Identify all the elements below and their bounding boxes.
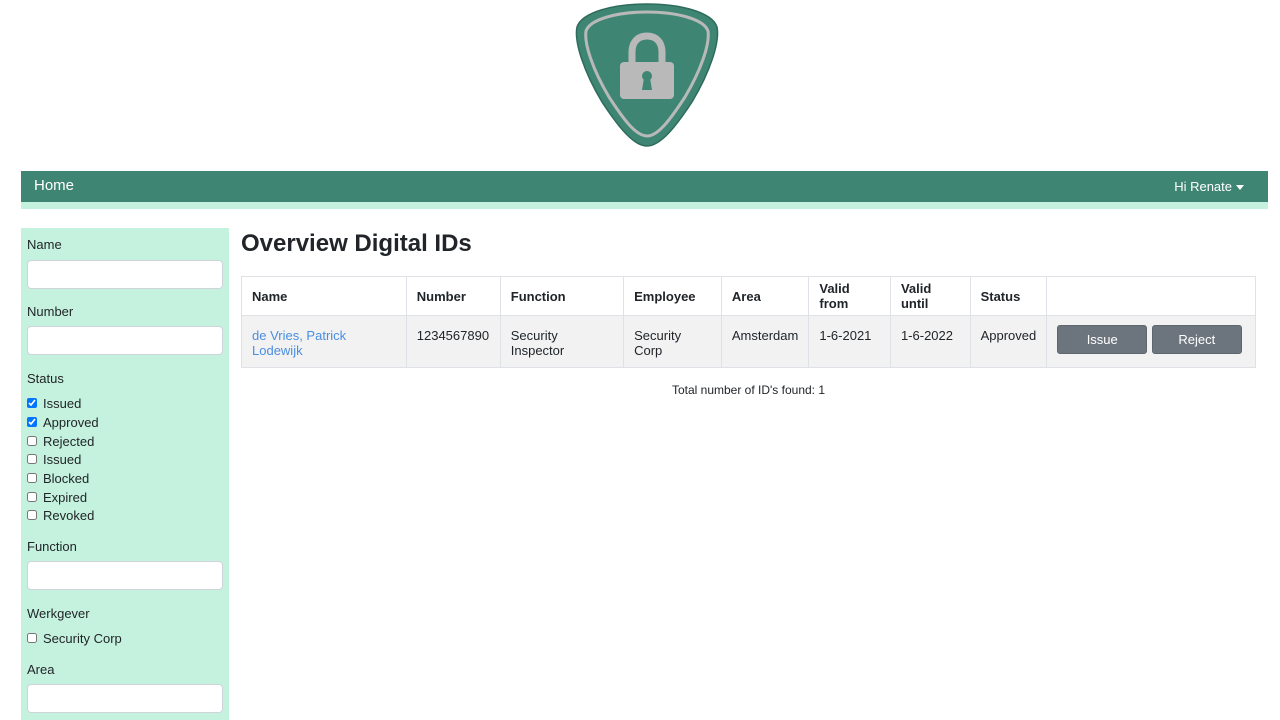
reject-button[interactable]: Reject: [1151, 325, 1242, 354]
user-menu-dropdown[interactable]: Hi Renate: [1174, 179, 1244, 194]
column-header-valid-until: Valid until: [889, 276, 971, 316]
column-header-number: Number: [405, 276, 501, 316]
column-header-name: Name: [241, 276, 407, 316]
cell-status: Approved: [969, 315, 1048, 368]
number-filter-label: Number: [27, 304, 74, 319]
page-title: Overview Digital IDs: [241, 230, 472, 257]
user-greeting: Hi Renate: [1174, 179, 1232, 194]
navbar: Home Hi Renate: [21, 171, 1268, 209]
caret-down-icon: [1236, 184, 1244, 190]
ids-table: Name Number Function Employee Area Valid…: [241, 276, 1256, 368]
status-option-issued-2[interactable]: Issued: [27, 451, 81, 467]
id-name-link[interactable]: de Vries, Patrick Lodewijk: [252, 328, 346, 358]
werkgever-filter-label: Werkgever: [27, 606, 90, 621]
status-option-revoked[interactable]: Revoked: [27, 507, 94, 523]
name-filter-label: Name: [27, 237, 62, 252]
status-blocked-checkbox[interactable]: [27, 473, 37, 483]
number-filter-input[interactable]: [27, 326, 223, 355]
status-revoked-checkbox[interactable]: [27, 510, 37, 520]
cell-name: de Vries, Patrick Lodewijk: [241, 315, 407, 368]
area-filter-label: Area: [27, 662, 55, 677]
table-row: de Vries, Patrick Lodewijk 1234567890 Se…: [241, 315, 1256, 368]
status-option-blocked[interactable]: Blocked: [27, 470, 89, 486]
table-header-row: Name Number Function Employee Area Valid…: [241, 276, 1256, 316]
issue-button[interactable]: Issue: [1057, 325, 1148, 354]
column-header-status: Status: [969, 276, 1048, 316]
logo: [574, 2, 720, 148]
filter-sidebar: Name Number Status Issued Approved Rejec…: [21, 228, 229, 720]
column-header-function: Function: [499, 276, 625, 316]
status-issued-checkbox[interactable]: [27, 398, 37, 408]
status-filter-label: Status: [27, 371, 64, 386]
lock-icon: [575, 3, 719, 147]
cell-number: 1234567890: [405, 315, 501, 368]
status-option-issued[interactable]: Issued: [27, 395, 81, 411]
name-filter-input[interactable]: [27, 260, 223, 289]
column-header-valid-from: Valid from: [808, 276, 891, 316]
cell-valid-until: 1-6-2022: [889, 315, 971, 368]
column-header-actions: [1046, 276, 1256, 316]
werkgever-security-corp-checkbox[interactable]: [27, 633, 37, 643]
status-approved-checkbox[interactable]: [27, 417, 37, 427]
column-header-area: Area: [720, 276, 810, 316]
status-option-expired[interactable]: Expired: [27, 489, 87, 505]
area-filter-input[interactable]: [27, 684, 223, 713]
total-count-text: Total number of ID's found: 1: [671, 383, 826, 397]
cell-function: Security Inspector: [499, 315, 625, 368]
cell-valid-from: 1-6-2021: [808, 315, 891, 368]
function-filter-input[interactable]: [27, 561, 223, 590]
werkgever-option-security-corp[interactable]: Security Corp: [27, 630, 122, 646]
column-header-employee: Employee: [623, 276, 722, 316]
cell-actions: Issue Reject: [1046, 315, 1256, 368]
status-rejected-checkbox[interactable]: [27, 436, 37, 446]
cell-employee: Security Corp: [623, 315, 722, 368]
status-option-rejected[interactable]: Rejected: [27, 433, 94, 449]
function-filter-label: Function: [27, 539, 77, 554]
nav-home-link[interactable]: Home: [34, 177, 74, 194]
cell-area: Amsterdam: [720, 315, 810, 368]
status-option-approved[interactable]: Approved: [27, 414, 99, 430]
status-expired-checkbox[interactable]: [27, 492, 37, 502]
status-issued-2-checkbox[interactable]: [27, 454, 37, 464]
